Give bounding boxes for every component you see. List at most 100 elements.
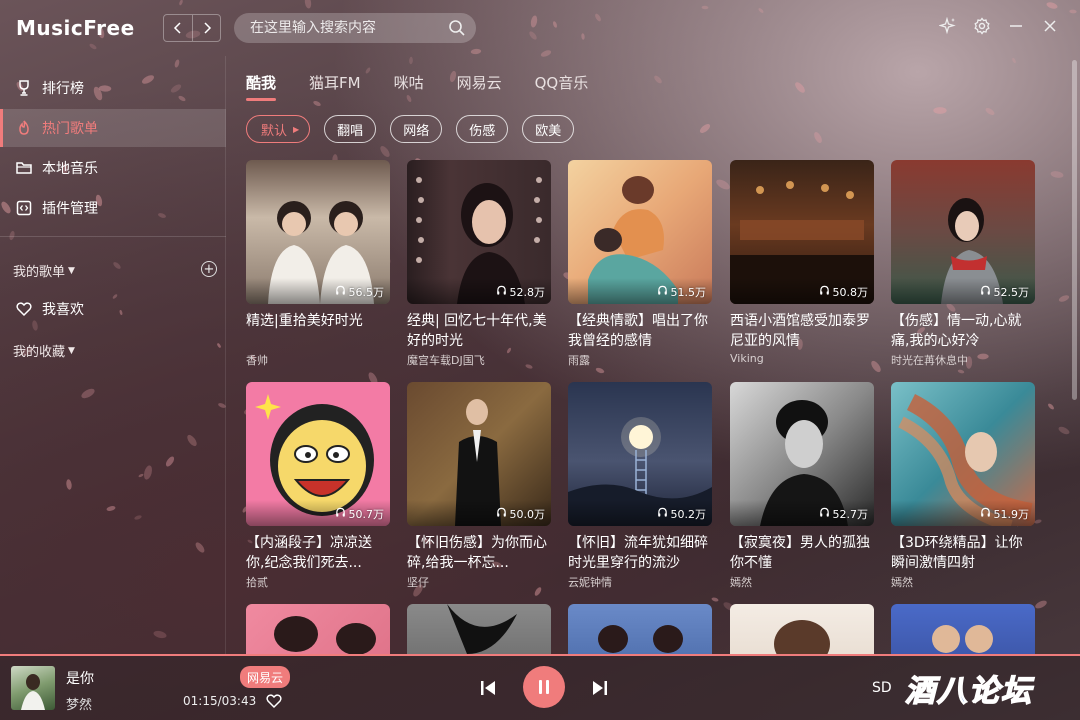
now-playing-artist[interactable]: 梦然 [66,694,92,713]
tab-maoer-fm[interactable]: 猫耳FM [309,72,361,98]
headphones-icon [980,285,991,299]
plugin-icon [14,198,34,218]
play-count: 51.5万 [657,284,706,300]
my-playlists-label: 我的歌单 [13,265,66,280]
playlist-title[interactable]: 【3D环绕精品】让你瞬间激情四射 [891,533,1035,573]
playlist-cover[interactable]: 50.2万 [568,382,712,526]
add-playlist-icon[interactable]: + [201,261,217,277]
playlist-cover[interactable]: 50.7万 [246,382,390,526]
playlist-card[interactable]: 50.8万 西语小酒馆感受加泰罗尼亚的风情 Viking [730,160,874,365]
search-input[interactable] [250,20,440,36]
playlist-title[interactable]: 【内涵段子】凉凉送你,纪念我们死去... [246,533,390,573]
playlist-cover[interactable]: 50.0万 [407,382,551,526]
close-icon[interactable] [1040,16,1060,36]
playlist-card[interactable] [891,604,1035,654]
chevron-right-icon [203,22,211,34]
play-count: 52.8万 [496,284,545,300]
previous-button[interactable] [478,678,498,702]
tab-migu[interactable]: 咪咕 [394,72,424,98]
chip-western[interactable]: 欧美 [522,115,575,143]
player-bar: 是你 梦然 网易云 01:15/03:43 SD 酒八论坛 [0,654,1080,720]
chip-default[interactable]: 默认 ▶ [246,115,311,143]
playlist-card[interactable]: 50.2万 【怀旧】流年犹如细碎时光里穿行的流沙 云妮钟情 [568,382,712,590]
chip-network[interactable]: 网络 [390,115,443,143]
playlist-cover[interactable]: 52.5万 [891,160,1035,304]
playlist-author: 云妮钟情 [568,576,612,589]
skip-previous-icon [481,681,495,695]
chevron-left-icon [173,22,181,34]
playlist-cover[interactable]: 56.5万 [246,160,390,304]
play-count-value: 52.7万 [832,508,869,521]
playlist-card[interactable]: 51.9万 【3D环绕精品】让你瞬间激情四射 嫣然 [891,382,1035,590]
playlist-cover[interactable]: 51.9万 [891,382,1035,526]
sidebar-item-plugins[interactable]: 插件管理 [0,189,226,227]
sidebar-item-hot-playlists[interactable]: 热门歌单 [0,109,226,147]
sidebar-item-label: 插件管理 [42,201,98,217]
playlist-card[interactable] [568,604,712,654]
playlist-card[interactable]: 50.0万 【怀旧伤感】为你而心碎,给我一杯忘... 坚仔 [407,382,551,590]
sidebar-item-label: 热门歌单 [42,121,98,137]
playlist-cover[interactable]: 51.5万 [568,160,712,304]
playlist-title[interactable]: 【寂寞夜】男人的孤独你不懂 [730,533,874,573]
headphones-icon [819,285,830,299]
playlist-title[interactable]: 【怀旧伤感】为你而心碎,给我一杯忘... [407,533,551,573]
play-pause-button[interactable] [523,666,565,708]
tab-qq-music[interactable]: QQ音乐 [535,72,589,98]
my-collection-header[interactable]: 我的收藏 ▼ [13,341,75,360]
sidebar-item-local-music[interactable]: 本地音乐 [0,149,226,187]
tab-kuwo[interactable]: 酷我 [246,72,277,101]
playlist-title[interactable]: 【伤感】情一动,心就痛,我的心好冷 [891,311,1035,351]
sidebar-item-favorite[interactable]: 我喜欢 [0,290,226,328]
minimize-icon[interactable] [1006,16,1026,36]
play-count-value: 52.5万 [993,286,1030,299]
gear-icon[interactable] [972,16,992,36]
playlist-cover[interactable] [246,604,390,654]
forward-button[interactable] [192,15,220,41]
playlist-card[interactable]: 56.5万 精选|重拾美好时光 香帅 [246,160,390,368]
playlist-cover[interactable] [730,604,874,654]
playlist-card[interactable] [730,604,874,654]
app-logo: MusicFree [16,16,135,40]
back-button[interactable] [164,15,192,41]
quality-button[interactable]: SD [872,680,892,696]
play-count: 50.0万 [496,506,545,522]
playlist-cover[interactable]: 52.7万 [730,382,874,526]
playlist-cover[interactable]: 52.8万 [407,160,551,304]
sidebar-item-ranking[interactable]: 排行榜 [0,69,226,107]
search-box [234,13,476,43]
now-playing-cover[interactable] [11,666,55,710]
petal-decoration [933,107,947,114]
source-tabs: 酷我 猫耳FM 咪咕 网易云 QQ音乐 [246,72,621,101]
sidebar: 排行榜 热门歌单 本地音乐 插件管理 我的歌单 ▼ + 我喜欢 我的收藏 ▼ [0,56,226,654]
like-button[interactable] [265,692,283,714]
playlist-card[interactable] [407,604,551,654]
playlist-cover[interactable] [568,604,712,654]
playlist-title[interactable]: 精选|重拾美好时光 [246,311,390,351]
playlist-title[interactable]: 【经典情歌】唱出了你我曾经的感情 [568,311,712,351]
playlist-card[interactable]: 50.7万 【内涵段子】凉凉送你,纪念我们死去... 拾贰 [246,382,390,590]
playlist-card[interactable]: 51.5万 【经典情歌】唱出了你我曾经的感情 雨露 [568,160,712,368]
chip-cover[interactable]: 翻唱 [324,115,377,143]
scrollbar[interactable] [1072,60,1077,400]
my-playlists-header[interactable]: 我的歌单 ▼ [13,261,75,280]
playlist-card[interactable]: 52.7万 【寂寞夜】男人的孤独你不懂 嫣然 [730,382,874,590]
playlist-cover[interactable]: 50.8万 [730,160,874,304]
headphones-icon [657,507,668,521]
playlist-card[interactable]: 52.5万 【伤感】情一动,心就痛,我的心好冷 时光在苒休息中 [891,160,1035,368]
next-button[interactable] [590,678,610,702]
playlist-card[interactable]: 52.8万 经典| 回忆七十年代,美好的时光 魔宫车载DJ国飞 [407,160,551,368]
petal-decoration [652,74,664,85]
playlist-card[interactable] [246,604,390,654]
title-bar: MusicFree [0,0,1080,56]
playlist-title[interactable]: 【怀旧】流年犹如细碎时光里穿行的流沙 [568,533,712,573]
playlist-cover[interactable] [407,604,551,654]
search-icon[interactable] [448,19,466,41]
tab-netease[interactable]: 网易云 [457,72,502,98]
sparkle-icon[interactable] [938,16,958,36]
now-playing-title[interactable]: 是你 [66,668,94,688]
play-count-value: 56.5万 [348,286,385,299]
chip-sad[interactable]: 伤感 [456,115,509,143]
playlist-cover[interactable] [891,604,1035,654]
playlist-title[interactable]: 西语小酒馆感受加泰罗尼亚的风情 [730,311,874,351]
playlist-title[interactable]: 经典| 回忆七十年代,美好的时光 [407,311,551,351]
